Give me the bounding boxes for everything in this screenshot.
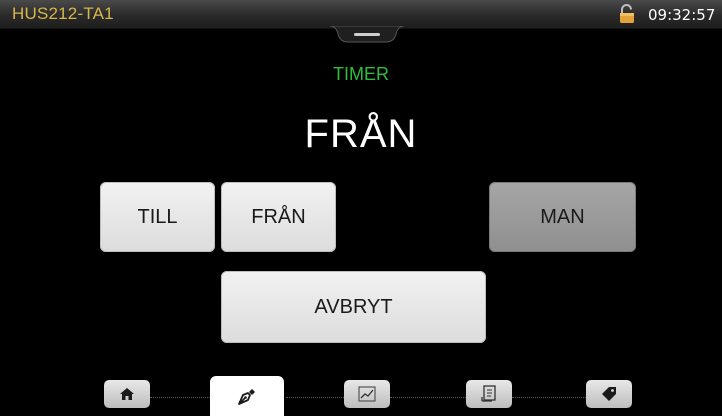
nav-divider (512, 397, 588, 398)
status-bar: HUS212-TA1 09:32:57 (0, 0, 722, 29)
nav-home-button[interactable] (104, 380, 150, 408)
pen-icon (238, 389, 255, 405)
nav-tag-button[interactable] (586, 380, 632, 408)
nav-document-button[interactable] (466, 380, 512, 408)
avbryt-button[interactable]: AVBRYT (221, 271, 486, 343)
man-button[interactable]: MAN (489, 182, 636, 252)
nav-chart-button[interactable] (344, 380, 390, 408)
till-button[interactable]: TILL (100, 182, 215, 252)
fran-button[interactable]: FRÅN (221, 182, 336, 252)
document-icon (481, 385, 496, 402)
unlocked-padlock-icon[interactable] (618, 4, 636, 24)
pull-down-handle[interactable] (330, 26, 404, 48)
nav-divider (390, 397, 466, 398)
clock: 09:32:57 (648, 6, 716, 24)
current-mode-title: FRÅN (304, 112, 418, 156)
nav-edit-button[interactable] (210, 376, 284, 416)
home-icon (120, 388, 134, 400)
device-name: HUS212-TA1 (12, 4, 114, 23)
chart-icon (358, 386, 376, 402)
nav-divider (150, 397, 210, 398)
tag-icon (602, 387, 616, 401)
screen-subtitle: TIMER (333, 64, 389, 84)
nav-divider (286, 397, 344, 398)
